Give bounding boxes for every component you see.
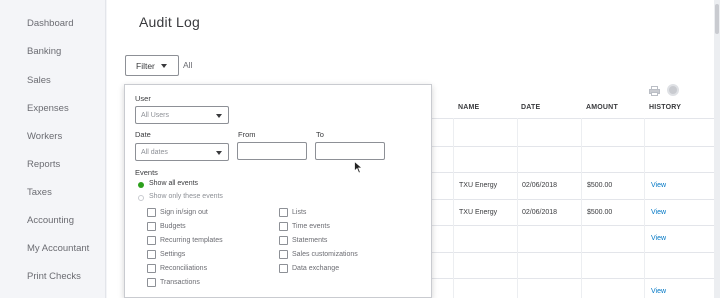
checkbox-label: Sales customizations bbox=[292, 251, 358, 258]
column-header-name[interactable]: NAME bbox=[458, 104, 479, 111]
checkbox-label: Data exchange bbox=[292, 265, 340, 272]
chevron-down-icon bbox=[216, 114, 222, 118]
left-nav-sidebar: Dashboard Banking Sales Expenses Workers… bbox=[0, 0, 106, 298]
view-history-link[interactable]: View bbox=[651, 288, 666, 295]
checkbox-label: Recurring templates bbox=[160, 237, 223, 244]
view-history-link[interactable]: View bbox=[651, 235, 666, 242]
checkbox-label: Time events bbox=[292, 223, 330, 230]
user-select[interactable]: All Users bbox=[135, 106, 229, 124]
radio-label: Show only these events bbox=[149, 193, 223, 200]
event-checkbox-data-exchange[interactable]: Data exchange bbox=[279, 264, 339, 273]
view-history-link[interactable]: View bbox=[651, 209, 666, 216]
print-icon[interactable] bbox=[649, 86, 660, 96]
checkbox-icon bbox=[279, 208, 288, 217]
event-checkbox-sales-customizations[interactable]: Sales customizations bbox=[279, 250, 358, 259]
filter-summary: All bbox=[183, 60, 193, 70]
checkbox-icon bbox=[147, 208, 156, 217]
checkbox-icon bbox=[147, 222, 156, 231]
checkbox-label: Transactions bbox=[160, 279, 200, 286]
checkbox-icon bbox=[279, 250, 288, 259]
sidebar-item-reports[interactable]: Reports bbox=[27, 159, 60, 170]
checkbox-label: Budgets bbox=[160, 223, 186, 230]
checkbox-label: Lists bbox=[292, 209, 307, 216]
radio-label: Show all events bbox=[149, 180, 199, 187]
checkbox-icon bbox=[147, 250, 156, 259]
from-date-input[interactable] bbox=[237, 142, 307, 160]
page-scrollbar[interactable] bbox=[714, 0, 720, 298]
event-checkbox-recurring-templates[interactable]: Recurring templates bbox=[147, 236, 223, 245]
sidebar-item-dashboard[interactable]: Dashboard bbox=[27, 18, 73, 29]
checkbox-label: Reconciliations bbox=[160, 265, 208, 272]
from-label: From bbox=[238, 130, 256, 139]
event-checkbox-lists[interactable]: Lists bbox=[279, 208, 306, 217]
chevron-down-icon bbox=[160, 63, 167, 68]
events-label: Events bbox=[135, 168, 158, 177]
filter-panel: User All Users Date All dates From To Ev… bbox=[124, 84, 432, 298]
table-column-line bbox=[453, 118, 454, 298]
sidebar-item-workers[interactable]: Workers bbox=[27, 131, 62, 142]
radio-selected-icon bbox=[138, 182, 144, 188]
filter-button-label: Filter bbox=[136, 60, 155, 71]
event-checkbox-transactions[interactable]: Transactions bbox=[147, 278, 200, 287]
user-label: User bbox=[135, 94, 151, 103]
table-column-line bbox=[517, 118, 518, 298]
checkbox-label: Sign in/sign out bbox=[160, 209, 208, 216]
column-header-history[interactable]: HISTORY bbox=[649, 104, 681, 111]
sidebar-item-banking[interactable]: Banking bbox=[27, 46, 61, 57]
to-label: To bbox=[316, 130, 324, 139]
cell-date: 02/06/2018 bbox=[522, 182, 558, 189]
mouse-cursor-icon bbox=[354, 161, 363, 174]
checkbox-icon bbox=[279, 222, 288, 231]
sidebar-item-my-accountant[interactable]: My Accountant bbox=[27, 243, 89, 254]
event-checkbox-reconciliations[interactable]: Reconciliations bbox=[147, 264, 207, 273]
cell-amount: $500.00 bbox=[587, 182, 613, 189]
filter-button[interactable]: Filter bbox=[125, 55, 179, 76]
sidebar-item-sales[interactable]: Sales bbox=[27, 75, 51, 86]
gear-icon[interactable] bbox=[667, 84, 679, 96]
chevron-down-icon bbox=[216, 151, 222, 155]
sidebar-item-expenses[interactable]: Expenses bbox=[27, 103, 69, 114]
sidebar-item-taxes[interactable]: Taxes bbox=[27, 187, 52, 198]
radio-unselected-icon bbox=[138, 195, 144, 201]
column-header-date[interactable]: DATE bbox=[521, 104, 540, 111]
checkbox-icon bbox=[147, 264, 156, 273]
event-checkbox-statements[interactable]: Statements bbox=[279, 236, 327, 245]
event-checkbox-time-events[interactable]: Time events bbox=[279, 222, 330, 231]
checkbox-icon bbox=[279, 236, 288, 245]
view-history-link[interactable]: View bbox=[651, 182, 666, 189]
checkbox-icon bbox=[147, 236, 156, 245]
user-select-value: All Users bbox=[141, 111, 170, 119]
checkbox-icon bbox=[147, 278, 156, 287]
checkbox-icon bbox=[279, 264, 288, 273]
table-column-line bbox=[644, 118, 645, 298]
cell-name: TXU Energy bbox=[459, 209, 498, 216]
date-select-value: All dates bbox=[141, 148, 168, 156]
table-column-line bbox=[581, 118, 582, 298]
page-title: Audit Log bbox=[139, 14, 200, 30]
cell-amount: $500.00 bbox=[587, 209, 613, 216]
checkbox-label: Statements bbox=[292, 237, 328, 244]
checkbox-label: Settings bbox=[160, 251, 186, 258]
cell-name: TXU Energy bbox=[459, 182, 498, 189]
to-date-input[interactable] bbox=[315, 142, 385, 160]
event-checkbox-settings[interactable]: Settings bbox=[147, 250, 185, 259]
sidebar-item-print-checks[interactable]: Print Checks bbox=[27, 271, 81, 282]
event-checkbox-budgets[interactable]: Budgets bbox=[147, 222, 186, 231]
scrollbar-thumb[interactable] bbox=[715, 4, 719, 34]
date-select[interactable]: All dates bbox=[135, 143, 229, 161]
event-checkbox-sign-in-out[interactable]: Sign in/sign out bbox=[147, 208, 208, 217]
sidebar-item-accounting[interactable]: Accounting bbox=[27, 215, 74, 226]
date-label: Date bbox=[135, 130, 151, 139]
column-header-amount[interactable]: AMOUNT bbox=[586, 104, 618, 111]
cell-date: 02/06/2018 bbox=[522, 209, 558, 216]
